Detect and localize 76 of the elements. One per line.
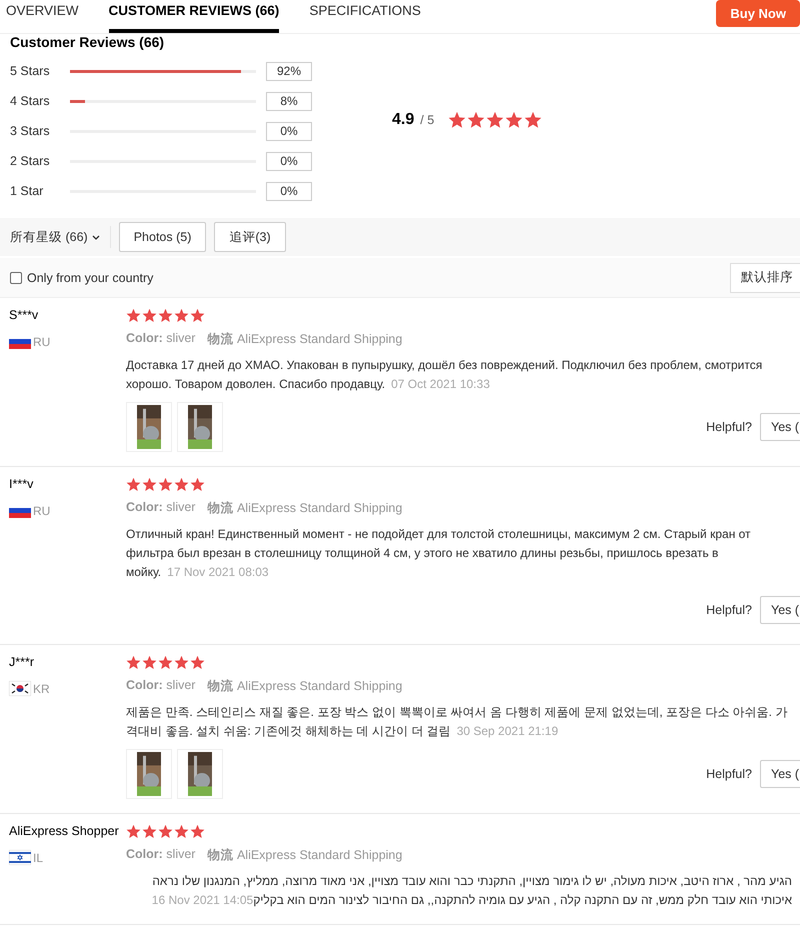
reviewer-name: AliExpress Shopper	[9, 824, 120, 838]
star-icon	[158, 308, 173, 323]
star-icon	[126, 655, 141, 670]
rating-label: 5 Stars	[10, 64, 51, 78]
star-icon	[174, 824, 189, 839]
filter-button[interactable]: Photos (5)	[118, 222, 206, 252]
color-info: Color: sliver	[126, 847, 196, 863]
country-code: KR	[33, 682, 50, 696]
color-info: Color: sliver	[126, 331, 196, 347]
rating-percent: 8%	[266, 92, 312, 110]
filter-button[interactable]: 追评(3)	[214, 222, 286, 252]
yes-button[interactable]: Yes (	[760, 413, 800, 441]
star-icon	[190, 655, 205, 670]
tab[interactable]: CUSTOMER REVIEWS (66)	[108, 0, 280, 33]
buy-now-button[interactable]: Buy Now	[716, 0, 800, 27]
rating-percent: 0%	[266, 182, 312, 200]
rating-percent: 0%	[266, 152, 312, 170]
rating-percent: 0%	[266, 122, 312, 140]
rating-scale: / 5	[420, 113, 434, 127]
review-text: Отличный кран! Единственный момент - не подойдет для толстой столешницы, максимум 2 см. Старый кран от фильтра был врезан в столешницу толщиной 4 см, у этого не хватило длины резьбы, пришлось врезать в мойку. 17 Nov 2021 08:03	[126, 526, 752, 581]
checkbox-label: Only from your country	[27, 270, 154, 284]
reviewer-name: J***r	[9, 655, 36, 669]
reviewer-name: S***v	[9, 308, 40, 322]
rating-label: 1 Star	[10, 184, 44, 198]
review-text: 제품은 만족. 스테인리스 재질 좋은. 포장 박스 없이 뽁뽁이로 싸여서 옴 다행히 제품에 문제 없었는데, 포장은 다소 아쉬움. 가격대비 좋음. 설치 쉬움: 기존에것 해체하는 데 시간이 더 걸림 30 Sep 2021 21:19	[126, 704, 788, 740]
helpful-label: Helpful?	[706, 420, 752, 434]
star-icon	[142, 824, 157, 839]
color-info: Color: sliver	[126, 678, 196, 694]
color-info: Color: sliver	[126, 500, 196, 516]
star-icon	[190, 477, 205, 492]
star-icon	[158, 824, 173, 839]
flag-icon	[9, 681, 31, 696]
rating-label: 3 Stars	[10, 124, 51, 138]
star-icon	[467, 111, 486, 129]
star-icon	[486, 111, 504, 129]
shipping-info: 物流 AliExpress Standard Shipping	[207, 847, 402, 864]
star-icon	[158, 655, 173, 670]
rating-percent: 92%	[266, 62, 312, 80]
star-icon	[142, 308, 157, 323]
reviewer-name: I***v	[9, 477, 34, 491]
shipping-info: 物流 AliExpress Standard Shipping	[207, 678, 402, 695]
star-icon	[524, 111, 542, 129]
shipping-info: 物流 AliExpress Standard Shipping	[207, 331, 402, 348]
helpful-label: Helpful?	[706, 603, 752, 617]
checkbox[interactable]	[10, 272, 22, 284]
star-icon	[174, 477, 189, 492]
rating-label: 2 Stars	[10, 154, 51, 168]
average-rating: 4.9	[392, 111, 414, 129]
tab[interactable]: SPECIFICATIONS	[309, 0, 421, 33]
star-icon	[126, 308, 141, 323]
review-text: Доставка 17 дней до ХМАО. Упакован в пупырушку, дошёл без повреждений. Подключил без проблем, смотрится хорошо. Товаром доволен. Спасибо продавцу. 07 Oct 2021 10:33	[126, 357, 764, 393]
star-icon	[142, 477, 157, 492]
helpful-label: Helpful?	[706, 767, 752, 781]
star-icon	[158, 477, 173, 492]
chevron-down-icon	[92, 234, 100, 240]
star-icon	[174, 308, 189, 323]
flag-icon	[9, 850, 31, 865]
rating-label: 4 Stars	[10, 94, 51, 108]
shipping-info: 物流 AliExpress Standard Shipping	[207, 500, 402, 517]
star-icon	[142, 655, 157, 670]
star-icon	[190, 308, 205, 323]
country-code: RU	[33, 504, 50, 518]
sort-dropdown[interactable]: 默认排序	[730, 262, 800, 292]
star-icon	[174, 655, 189, 670]
yes-button[interactable]: Yes (	[760, 596, 800, 624]
star-icon	[126, 477, 141, 492]
star-icon	[505, 111, 524, 129]
country-code: RU	[33, 334, 50, 348]
star-icon	[190, 824, 205, 839]
country-code: IL	[33, 850, 44, 864]
rating-dropdown[interactable]: 所有星级 (66)	[10, 226, 111, 248]
star-icon	[448, 111, 466, 129]
section-title: Customer Reviews (66)	[10, 34, 166, 52]
yes-button[interactable]: Yes (	[760, 760, 800, 788]
tab[interactable]: OVERVIEW	[6, 0, 79, 33]
star-icon	[126, 824, 141, 839]
